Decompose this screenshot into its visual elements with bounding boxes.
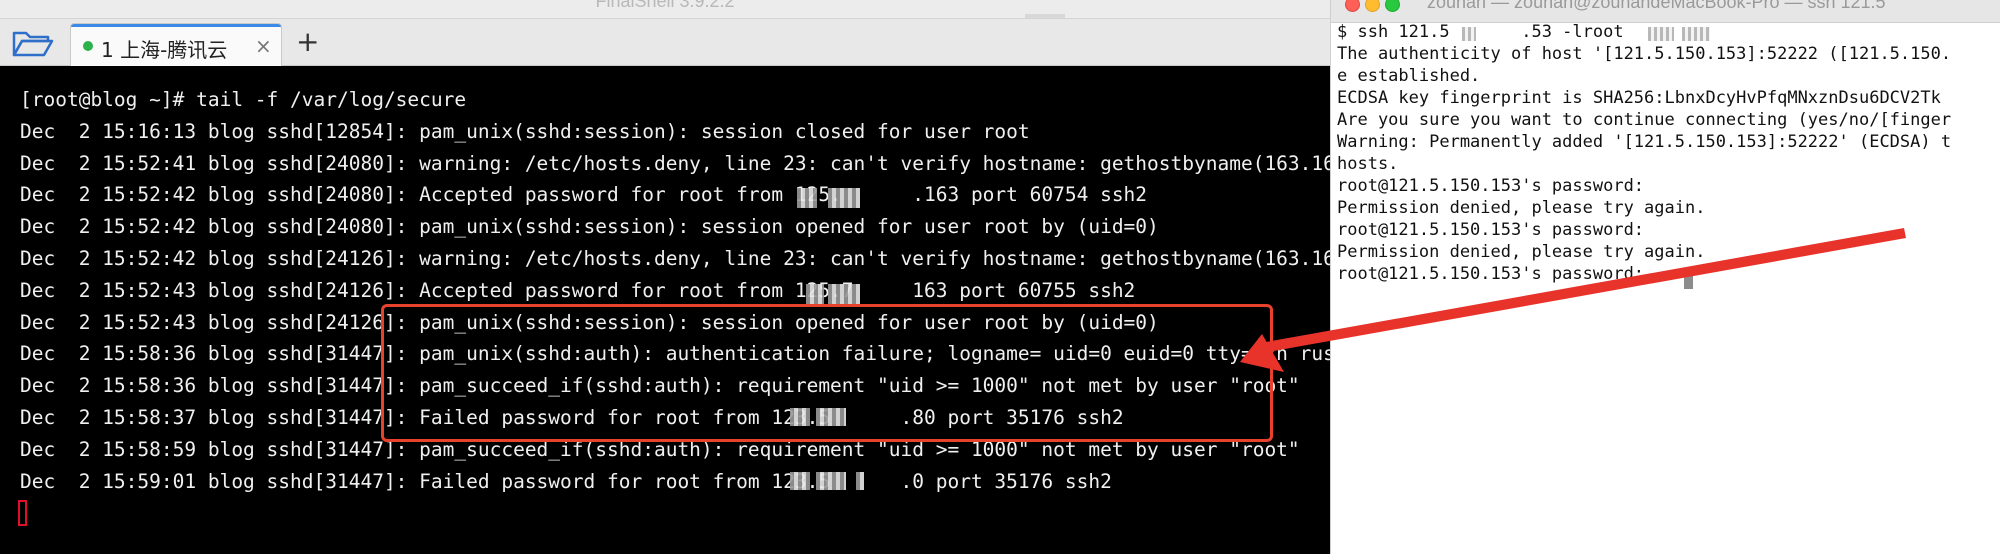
terminal-line: root@121.5.150.153's password: [1337, 220, 1645, 240]
redacted-user-mask [1682, 27, 1710, 41]
terminal-line: Dec 2 15:52:42 blog sshd[24080]: pam_uni… [20, 215, 1159, 239]
terminal-line: Warning: Permanently added '[121.5.150.1… [1337, 132, 1952, 152]
terminal-line: Permission denied, please try again. [1337, 198, 1706, 218]
terminal-line: Dec 2 15:16:13 blog sshd[12854]: pam_uni… [20, 119, 1030, 143]
terminal-line: Dec 2 15:52:42 blog sshd[24080]: Accepte… [20, 183, 1148, 207]
failed-login-highlight [381, 304, 1273, 442]
redacted-ip-mask [790, 472, 810, 490]
terminal-line: ECDSA key fingerprint is SHA256:LbnxDcyH… [1337, 88, 1941, 108]
tab-bar: 1 上海-腾讯云 × + [0, 19, 1330, 66]
redacted-ip-mask [816, 472, 846, 490]
minimize-window-button[interactable] [1365, 0, 1380, 12]
add-tab-button[interactable]: + [296, 25, 319, 58]
redacted-ip-mask [1462, 27, 1476, 41]
folder-icon[interactable] [8, 27, 56, 59]
terminal-line: e established. [1337, 66, 1481, 86]
tab-shanghai-tencent[interactable]: 1 上海-腾讯云 × [70, 23, 282, 66]
redacted-user-mask [1648, 27, 1674, 41]
tab-label: 1 上海-腾讯云 [101, 38, 228, 62]
connection-status-icon [83, 41, 93, 51]
terminal-cursor [1684, 272, 1693, 289]
terminal-line: The authenticity of host '[121.5.150.153… [1337, 44, 1952, 64]
redacted-ip-mask [856, 472, 864, 490]
terminal-line: Dec 2 15:52:42 blog sshd[24126]: warning… [20, 246, 1330, 270]
window-titlebar[interactable]: FinalShell 3.9.2.2 [0, 0, 1330, 19]
window-title: FinalShell 3.9.2.2 [595, 0, 735, 11]
redacted-ip-mask [828, 284, 860, 304]
terminal-line: root@121.5.150.153's password: [1337, 264, 1645, 284]
window-titlebar[interactable]: zouhan — zouhan@zouhandeMacBook-Pro — ss… [1331, 0, 2000, 23]
terminal-line: Dec 2 15:58:59 blog sshd[31447]: pam_suc… [20, 437, 1300, 461]
redacted-ip-mask [797, 188, 817, 208]
terminal-line: hosts. [1337, 154, 1399, 174]
close-icon[interactable]: × [255, 34, 272, 58]
redacted-ip-mask [828, 188, 860, 208]
terminal-line: Dec 2 15:52:41 blog sshd[24080]: warning… [20, 151, 1330, 175]
tab-active-indicator [71, 24, 281, 27]
terminal-cursor [18, 500, 27, 526]
close-window-button[interactable] [1345, 0, 1360, 12]
titlebar-divider [1025, 14, 1065, 18]
redacted-ip-mask [806, 284, 824, 304]
zoom-window-button[interactable] [1385, 0, 1400, 12]
terminal-line: Permission denied, please try again. [1337, 242, 1706, 262]
terminal-line: Are you sure you want to continue connec… [1337, 110, 1952, 130]
terminal-line: [root@blog ~]# tail -f /var/log/secure [20, 88, 467, 111]
finalshell-window: FinalShell 3.9.2.2 1 上海-腾讯云 × + [root@bl… [0, 0, 1330, 554]
terminal-line: Dec 2 15:59:01 blog sshd[31447]: Failed … [20, 469, 1112, 493]
terminal-lines[interactable]: $ ssh 121.5 .53 -lroot The authenticity o… [1337, 22, 1951, 286]
terminal-line: $ ssh 121.5 .53 -lroot [1337, 22, 1624, 42]
window-title: zouhan — zouhan@zouhandeMacBook-Pro — ss… [1427, 0, 1886, 12]
terminal-line: root@121.5.150.153's password: [1337, 176, 1645, 196]
macos-terminal-window: zouhan — zouhan@zouhandeMacBook-Pro — ss… [1330, 0, 2000, 554]
